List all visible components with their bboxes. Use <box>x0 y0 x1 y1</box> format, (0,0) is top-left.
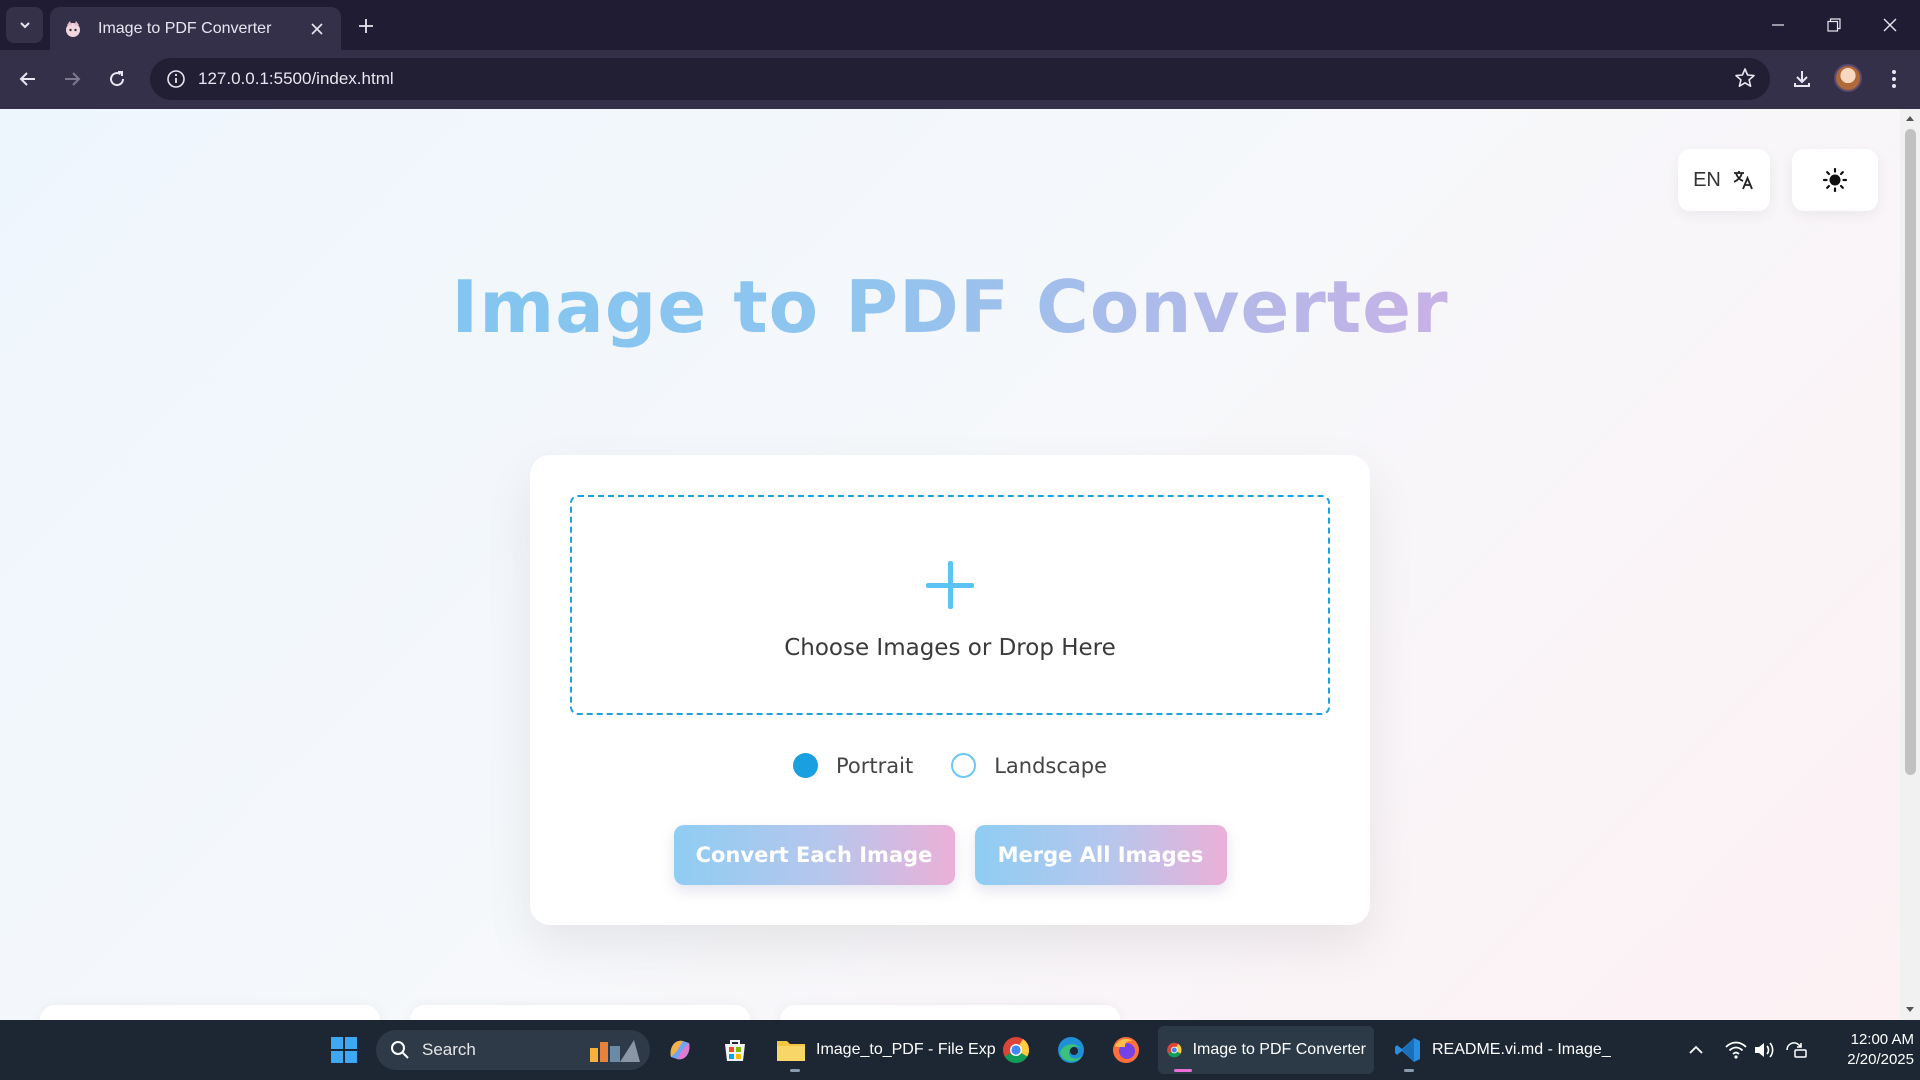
orientation-options: Portrait Landscape <box>530 753 1370 778</box>
minimize-window-button[interactable] <box>1760 10 1796 40</box>
browser-menu-button[interactable] <box>1878 63 1910 95</box>
close-icon <box>1883 18 1897 32</box>
volume-icon[interactable] <box>1752 1038 1776 1062</box>
convert-each-image-button[interactable]: Convert Each Image <box>673 825 955 885</box>
chrome-icon[interactable] <box>996 1030 1036 1070</box>
taskbar-search-label: Search <box>422 1040 476 1059</box>
windows-taskbar: Search Image_to_PDF - File Exp Image to … <box>0 1020 1920 1080</box>
search-icon <box>391 1041 409 1059</box>
taskbar-app-vscode[interactable]: README.vi.md - Image_ <box>1386 1026 1619 1074</box>
clock-time: 12:00 AM <box>1850 1031 1914 1048</box>
theme-toggle-button[interactable] <box>1792 149 1878 211</box>
search-highlight-icon <box>590 1040 640 1062</box>
close-tab-icon[interactable] <box>305 17 329 41</box>
taskbar-app-file-explorer[interactable]: Image_to_PDF - File Exp <box>768 1026 1004 1074</box>
sun-icon <box>1822 167 1848 193</box>
close-window-button[interactable] <box>1872 10 1908 40</box>
new-tab-button[interactable] <box>352 12 380 40</box>
battery-sync-icon[interactable] <box>1784 1038 1808 1062</box>
microsoft-store-icon[interactable] <box>715 1030 755 1070</box>
edge-icon[interactable] <box>1051 1030 1091 1070</box>
plus-icon <box>359 19 373 33</box>
system-clock[interactable]: 12:00 AM 2/20/2025 <box>1818 1030 1914 1070</box>
active-indicator <box>1174 1069 1192 1072</box>
bookmark-star-icon[interactable] <box>1734 67 1758 91</box>
running-indicator <box>1404 1069 1414 1072</box>
feature-card <box>410 1005 750 1020</box>
tab-search-button[interactable] <box>6 7 43 43</box>
image-drop-zone[interactable]: Choose Images or Drop Here <box>570 495 1330 715</box>
url-text: 127.0.0.1:5500/index.html <box>198 69 394 88</box>
minimize-icon <box>1772 24 1784 26</box>
translate-icon <box>1733 171 1753 190</box>
browser-tab-active[interactable]: Image to PDF Converter <box>50 7 341 50</box>
chrome-icon <box>1167 1042 1182 1058</box>
plus-icon <box>922 557 978 613</box>
scroll-up-arrow-icon[interactable] <box>1905 113 1915 123</box>
taskbar-app-label: README.vi.md - Image_ <box>1432 1041 1611 1058</box>
arrow-left-icon <box>19 72 35 86</box>
running-indicator <box>790 1069 800 1072</box>
firefox-icon[interactable] <box>1106 1030 1146 1070</box>
language-label: EN <box>1693 168 1721 191</box>
downloads-button[interactable] <box>1786 63 1818 95</box>
landscape-option[interactable]: Landscape <box>951 753 1107 778</box>
arrow-right-icon <box>65 72 81 86</box>
feature-card <box>780 1005 1120 1020</box>
drop-zone-text: Choose Images or Drop Here <box>784 635 1116 661</box>
restore-window-button[interactable] <box>1816 10 1852 40</box>
action-buttons: Convert Each Image Merge All Images <box>530 825 1370 885</box>
tab-title: Image to PDF Converter <box>98 19 272 37</box>
feature-card <box>40 1005 380 1020</box>
page-scrollbar[interactable] <box>1900 109 1920 1020</box>
tab-favicon-icon <box>62 18 84 40</box>
merge-all-images-button[interactable]: Merge All Images <box>974 825 1227 885</box>
reload-icon <box>110 71 125 87</box>
copilot-icon[interactable] <box>660 1030 700 1070</box>
more-vertical-icon <box>1892 70 1896 88</box>
language-toggle-button[interactable]: EN <box>1678 149 1770 211</box>
browser-tab-bar: Image to PDF Converter <box>0 0 1920 50</box>
taskbar-app-label: Image to PDF Converter <box>1192 1041 1366 1058</box>
windows-start-icon[interactable] <box>324 1030 364 1070</box>
landscape-radio[interactable] <box>951 753 977 778</box>
site-info-icon[interactable] <box>154 58 198 100</box>
scroll-down-arrow-icon[interactable] <box>1905 1005 1915 1015</box>
profile-avatar[interactable] <box>1834 64 1862 92</box>
vscode-icon <box>1395 1038 1420 1062</box>
page-viewport: EN Image to PDF Converter Choose Images … <box>0 109 1900 1020</box>
converter-card: Choose Images or Drop Here Portrait Land… <box>530 455 1370 925</box>
forward-button[interactable] <box>56 63 88 95</box>
chevron-up-icon[interactable] <box>1684 1038 1708 1062</box>
taskbar-app-label: Image_to_PDF - File Exp <box>816 1041 996 1058</box>
taskbar-search-box[interactable]: Search <box>376 1030 650 1070</box>
back-button[interactable] <box>12 63 44 95</box>
landscape-label: Landscape <box>994 753 1108 778</box>
restore-icon <box>1827 18 1841 32</box>
chevron-down-icon <box>19 22 30 29</box>
download-icon <box>1794 71 1810 87</box>
folder-icon <box>777 1041 805 1061</box>
address-bar[interactable]: 127.0.0.1:5500/index.html <box>150 58 1770 100</box>
scrollbar-thumb[interactable] <box>1905 129 1916 775</box>
reload-button[interactable] <box>101 63 133 95</box>
wifi-icon[interactable] <box>1724 1038 1748 1062</box>
taskbar-app-chrome-active[interactable]: Image to PDF Converter <box>1158 1026 1374 1074</box>
page-title: Image to PDF Converter <box>0 265 1900 349</box>
portrait-radio[interactable] <box>792 753 818 778</box>
portrait-label: Portrait <box>835 753 914 778</box>
portrait-option[interactable]: Portrait <box>792 753 914 778</box>
browser-toolbar: 127.0.0.1:5500/index.html <box>0 50 1920 109</box>
clock-date: 2/20/2025 <box>1847 1051 1914 1068</box>
